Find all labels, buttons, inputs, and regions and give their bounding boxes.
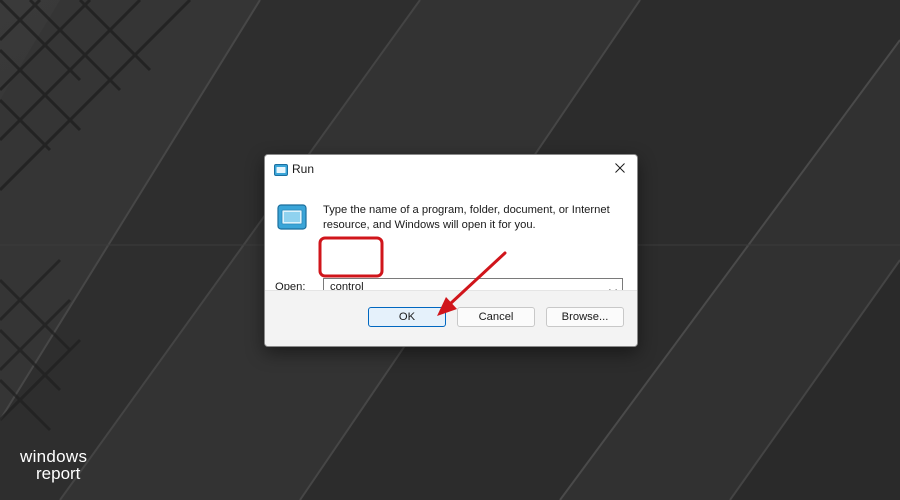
cancel-button[interactable]: Cancel (457, 307, 535, 327)
run-dialog: Run Type the name of a program, folder, … (264, 154, 638, 347)
run-icon (274, 163, 288, 176)
dialog-description: Type the name of a program, folder, docu… (323, 204, 610, 231)
windows-report-logo: windows report (20, 448, 110, 482)
dialog-footer: OK Cancel Browse... (265, 290, 637, 346)
close-icon (615, 160, 625, 178)
logo-line1: windows (20, 447, 88, 466)
dialog-title: Run (292, 162, 315, 176)
close-button[interactable] (603, 155, 637, 183)
ok-button[interactable]: OK (368, 307, 446, 327)
browse-button[interactable]: Browse... (546, 307, 624, 327)
title-bar[interactable]: Run (265, 155, 637, 185)
dialog-content: Type the name of a program, folder, docu… (265, 185, 637, 298)
run-icon (277, 204, 307, 230)
logo-line2: report (36, 464, 81, 483)
desktop: Run Type the name of a program, folder, … (0, 0, 900, 500)
